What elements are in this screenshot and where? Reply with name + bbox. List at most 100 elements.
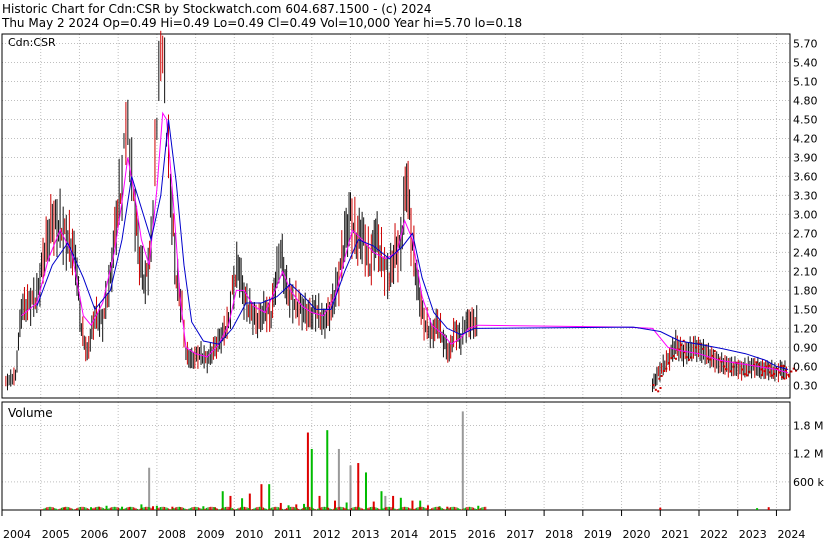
- volume-grid: [1, 402, 790, 510]
- volume-bar: [329, 508, 331, 510]
- volume-bar: [328, 507, 330, 510]
- volume-bar: [376, 507, 378, 510]
- volume-axis-label: 600 k: [793, 476, 824, 489]
- volume-bar: [238, 507, 240, 510]
- volume-bar: [135, 508, 137, 510]
- volume-bar: [470, 506, 472, 510]
- price-dot: [788, 375, 791, 378]
- volume-bar: [306, 506, 308, 510]
- volume-bar: [418, 506, 420, 510]
- price-dot: [783, 377, 786, 380]
- volume-bar: [199, 507, 201, 510]
- price-dot: [743, 373, 746, 376]
- volume-bar: [126, 507, 128, 510]
- volume-bar: [86, 508, 88, 510]
- volume-bar: [176, 507, 178, 510]
- price-dot: [657, 390, 660, 393]
- volume-bar: [177, 506, 179, 510]
- volume-bar: [244, 506, 246, 510]
- volume-bar: [767, 507, 770, 510]
- year-axis-label: 2010: [235, 528, 263, 541]
- volume-bar: [127, 507, 129, 510]
- volume-bar: [384, 507, 386, 510]
- price-dot: [662, 369, 665, 372]
- volume-bar: [153, 509, 155, 510]
- volume-bar: [374, 507, 376, 510]
- price-axis-labels: 5.70 5.40 5.10 4.80 4.50 4.20 3.90 3.60 3.30 3.00…: [793, 37, 818, 392]
- price-axis-label: 3.30: [793, 189, 818, 202]
- volume-bar: [70, 508, 72, 510]
- volume-bar: [417, 507, 419, 510]
- year-axis-label: 2013: [352, 528, 380, 541]
- price-dot: [767, 364, 770, 367]
- volume-bar: [154, 509, 156, 510]
- volume-bar: [345, 508, 347, 510]
- volume-bar: [131, 506, 133, 510]
- volume-bar: [195, 506, 197, 510]
- volume-bar: [275, 506, 277, 510]
- volume-bar: [375, 507, 377, 510]
- volume-bar: [98, 506, 100, 510]
- volume-bar: [214, 507, 216, 510]
- volume-bar: [321, 507, 323, 510]
- price-axis-label: 1.50: [793, 303, 818, 316]
- volume-bar: [403, 506, 405, 510]
- volume-bar: [150, 507, 152, 510]
- volume-bar: [414, 508, 416, 510]
- volume-bar: [123, 508, 125, 510]
- price-axis-label: 4.20: [793, 132, 818, 145]
- volume-bar: [48, 506, 50, 510]
- volume-bar: [208, 507, 210, 510]
- year-axis-label: 2014: [390, 528, 418, 541]
- volume-bar: [313, 508, 315, 510]
- volume-bar: [431, 508, 433, 510]
- volume-bar: [279, 507, 281, 510]
- volume-bar: [188, 508, 190, 510]
- volume-bar: [233, 508, 235, 510]
- volume-bar: [349, 465, 352, 510]
- volume-bar: [310, 448, 313, 510]
- volume-bar: [398, 508, 400, 510]
- volume-bar: [158, 507, 160, 510]
- volume-bar: [355, 506, 357, 510]
- volume-bar: [67, 507, 69, 510]
- volume-bar: [164, 506, 166, 510]
- price-dot: [711, 354, 714, 357]
- volume-bar: [344, 507, 346, 510]
- volume-bar: [371, 506, 373, 510]
- volume-bar: [148, 467, 151, 510]
- volume-bar: [317, 508, 319, 510]
- volume-bar: [245, 507, 247, 510]
- volume-bar: [254, 507, 256, 510]
- volume-bar: [65, 506, 67, 510]
- price-dot: [695, 346, 698, 349]
- volume-bar: [436, 506, 438, 510]
- volume-bar: [189, 507, 191, 510]
- year-axis-label: 2005: [42, 528, 70, 541]
- volume-bar: [309, 506, 311, 510]
- price-dot: [778, 371, 781, 374]
- volume-bar: [43, 508, 45, 510]
- volume-bar: [202, 509, 204, 510]
- volume-bar: [437, 506, 439, 510]
- price-dot: [706, 357, 709, 360]
- volume-bar: [40, 509, 42, 510]
- price-dot: [688, 358, 691, 361]
- volume-bar: [399, 507, 401, 510]
- volume-bar: [467, 506, 469, 510]
- volume-bar: [124, 508, 126, 510]
- year-axis-label: 2019: [584, 528, 612, 541]
- volume-bar: [291, 506, 293, 510]
- volume-bar: [468, 506, 470, 510]
- volume-bar: [271, 507, 273, 510]
- volume-bar: [459, 508, 461, 510]
- volume-bar: [203, 509, 205, 510]
- volume-bar: [367, 507, 369, 510]
- volume-bar: [62, 507, 64, 510]
- volume-bar: [341, 506, 343, 510]
- volume-bar: [310, 507, 312, 510]
- price-axis-label: 0.90: [793, 341, 818, 354]
- volume-bar: [71, 508, 73, 510]
- volume-bar: [306, 432, 309, 510]
- year-axis-label: 2007: [119, 528, 147, 541]
